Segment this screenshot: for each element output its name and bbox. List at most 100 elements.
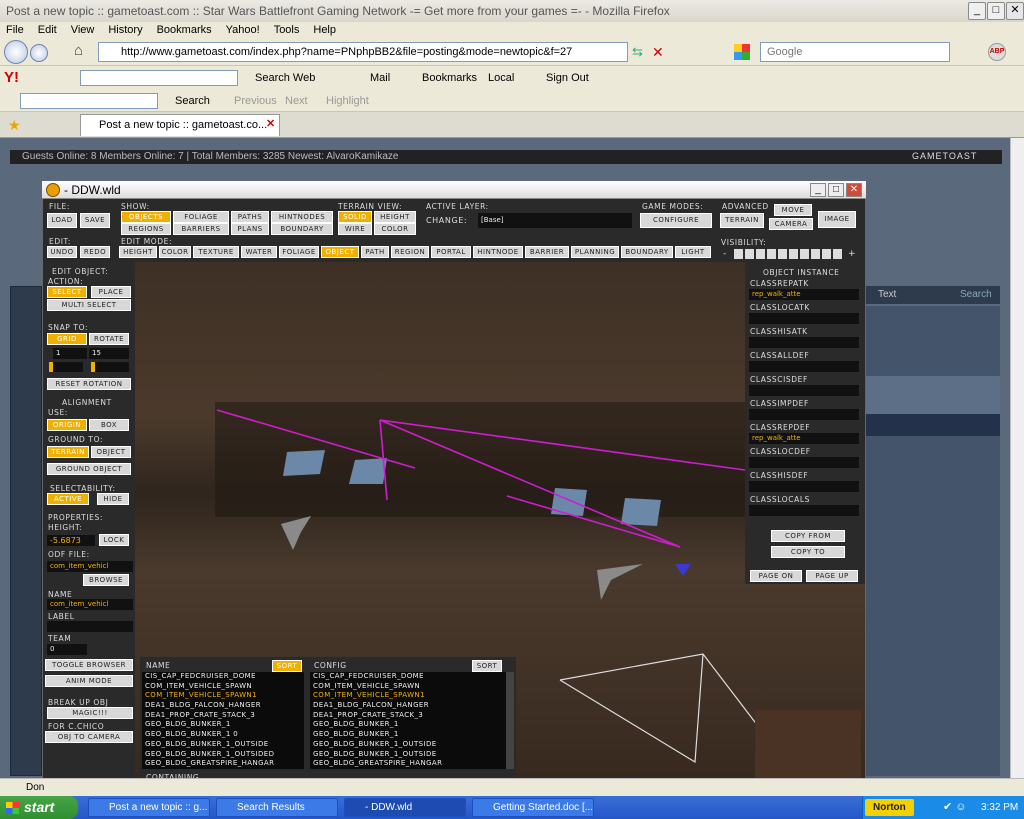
class-value-field[interactable] <box>749 385 859 396</box>
mode-path-button[interactable]: Path <box>361 246 389 258</box>
menu-view[interactable]: View <box>71 24 95 36</box>
terrain-wire-button[interactable]: Wire <box>338 223 372 235</box>
name-sort-button[interactable]: Sort <box>272 660 302 672</box>
rotate-slider[interactable] <box>91 362 129 372</box>
height-field[interactable]: -5.6873 <box>47 535 95 546</box>
multi-select-button[interactable]: Multi Select <box>47 299 131 311</box>
mode-portal-button[interactable]: Portal <box>431 246 471 258</box>
grid-value-field[interactable]: 1 <box>53 348 87 359</box>
list-item[interactable]: geo_bldg_bunker_1_outside <box>310 750 506 760</box>
class-value-field[interactable] <box>749 337 859 348</box>
site-search-button[interactable]: Search <box>960 289 992 300</box>
list-scrollbar[interactable] <box>506 672 514 769</box>
object-marker[interactable] <box>597 564 643 600</box>
active-layer-field[interactable]: [Base] <box>478 213 632 228</box>
show-foliage-button[interactable]: Foliage <box>173 211 229 223</box>
list-item[interactable]: com_item_vehicle_spawn1 <box>142 691 304 701</box>
origin-button[interactable]: Origin <box>47 419 87 431</box>
list-item[interactable]: dea1_bldg_falcon_hanger <box>142 701 304 711</box>
list-item[interactable]: geo_bldg_bunker_1_outside <box>310 740 506 750</box>
selected-object-marker[interactable] <box>675 564 691 576</box>
yahoo-search-input[interactable] <box>80 70 238 86</box>
editor-minimize-button[interactable]: _ <box>810 183 826 197</box>
class-value-field[interactable] <box>749 361 859 372</box>
menu-edit[interactable]: Edit <box>38 24 57 36</box>
show-plans-button[interactable]: Plans <box>231 223 269 235</box>
find-input[interactable] <box>20 93 158 109</box>
class-value-field[interactable] <box>749 505 859 516</box>
minimize-button[interactable]: _ <box>968 2 986 20</box>
editor-maximize-button[interactable]: □ <box>828 183 844 197</box>
reset-rotation-button[interactable]: Reset Rotation <box>47 378 131 390</box>
search-web-button[interactable]: Search Web <box>255 66 315 90</box>
undo-button[interactable]: Undo <box>47 246 77 258</box>
class-value-field[interactable]: rep_walk_atte <box>749 289 859 300</box>
maximize-button[interactable]: □ <box>987 2 1005 20</box>
task-getting-started-doc[interactable]: Getting Started.doc [... <box>472 798 594 817</box>
mode-water-button[interactable]: Water <box>241 246 277 258</box>
image-button[interactable]: Image <box>818 211 856 228</box>
visibility-plus-button[interactable]: + <box>848 249 856 259</box>
menu-tools[interactable]: Tools <box>274 24 300 36</box>
list-item[interactable]: com_item_vehicle_spawn <box>310 682 506 692</box>
box-button[interactable]: Box <box>89 419 129 431</box>
tab-close-icon[interactable]: ✕ <box>266 117 275 130</box>
visibility-minus-button[interactable]: - <box>723 249 727 259</box>
url-input[interactable]: http://www.gametoast.com/index.php?name=… <box>98 42 628 62</box>
page-scrollbar[interactable] <box>1010 138 1024 778</box>
magic-button[interactable]: Magic!!! <box>47 707 133 719</box>
mode-boundary-button[interactable]: Boundary <box>621 246 673 258</box>
local-button[interactable]: Local <box>488 66 514 90</box>
sign-out-button[interactable]: Sign Out <box>546 66 589 90</box>
norton-badge[interactable]: Norton <box>865 799 914 816</box>
back-icon[interactable] <box>4 40 28 64</box>
terrain-solid-button[interactable]: Solid <box>338 211 372 223</box>
mode-hintnode-button[interactable]: HintNode <box>473 246 523 258</box>
class-value-field[interactable] <box>749 313 859 324</box>
terrain-color-button[interactable]: Color <box>374 223 416 235</box>
list-item[interactable]: geo_bldg_bunker_1 <box>310 720 506 730</box>
show-paths-button[interactable]: Paths <box>231 211 269 223</box>
stop-icon[interactable]: ✕ <box>652 44 670 62</box>
list-item[interactable]: geo_bldg_greatspire_hangar <box>310 759 506 769</box>
obj-to-camera-button[interactable]: Obj To Camera <box>45 731 133 743</box>
mode-height-button[interactable]: Height <box>119 246 157 258</box>
mode-planning-button[interactable]: Planning <box>571 246 619 258</box>
odf-file-field[interactable]: com_item_vehicl <box>47 561 133 572</box>
star-icon[interactable]: ★ <box>8 117 21 134</box>
show-barriers-button[interactable]: Barriers <box>173 223 229 235</box>
yahoo-logo-icon[interactable]: Y! <box>4 66 19 90</box>
list-item[interactable]: geo_bldg_bunker_1 <box>310 730 506 740</box>
list-item[interactable]: geo_bldg_bunker_1 0 <box>142 730 304 740</box>
find-search-button[interactable]: Search <box>175 90 210 112</box>
copy-from-button[interactable]: Copy From <box>771 530 845 542</box>
list-item[interactable]: geo_bldg_bunker_1 <box>142 720 304 730</box>
task-ddw-wld[interactable]: - DDW.wld <box>344 798 466 817</box>
mode-texture-button[interactable]: Texture <box>193 246 239 258</box>
visibility-slider[interactable] <box>734 249 844 259</box>
menu-file[interactable]: File <box>6 24 24 36</box>
mode-region-button[interactable]: Region <box>391 246 429 258</box>
adblock-icon[interactable]: ABP <box>988 43 1006 61</box>
show-hintnodes-button[interactable]: HintNodes <box>271 211 333 223</box>
class-value-field[interactable] <box>749 481 859 492</box>
list-item[interactable]: geo_bldg_bunker_1_outside <box>142 740 304 750</box>
name-field[interactable]: com_item_vehicl <box>47 599 133 610</box>
find-next-button[interactable]: Next <box>285 90 308 112</box>
move-button[interactable]: Move <box>774 204 812 216</box>
show-regions-button[interactable]: Regions <box>121 223 171 235</box>
browse-button[interactable]: Browse <box>83 574 129 586</box>
select-button[interactable]: Select <box>47 286 87 298</box>
list-item[interactable]: dea1_prop_crate_stack_3 <box>310 711 506 721</box>
page-on-button[interactable]: Page On <box>750 570 802 582</box>
list-item[interactable]: dea1_prop_crate_stack_3 <box>142 711 304 721</box>
show-boundary-button[interactable]: Boundary <box>271 223 333 235</box>
search-input[interactable]: Google <box>760 42 950 62</box>
terrain-advanced-button[interactable]: Terrain <box>720 213 764 228</box>
home-icon[interactable]: ⌂ <box>74 42 92 60</box>
place-button[interactable]: Place <box>91 286 131 298</box>
terrain-height-button[interactable]: Height <box>374 211 416 223</box>
grid-button[interactable]: Grid <box>47 333 87 345</box>
anim-mode-button[interactable]: Anim Mode <box>45 675 133 687</box>
list-item[interactable]: com_item_vehicle_spawn1 <box>310 691 506 701</box>
